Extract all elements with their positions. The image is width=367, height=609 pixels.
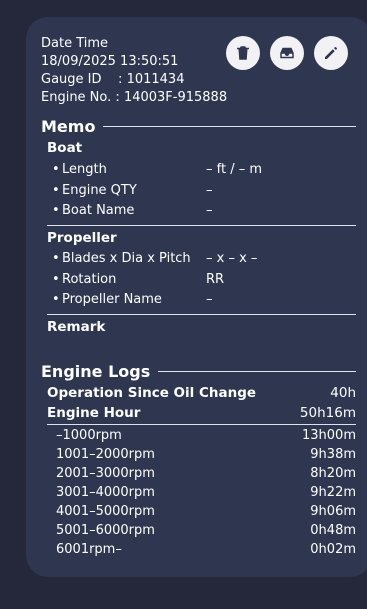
bullet: •: [52, 162, 60, 177]
log-header: Date Time 18/09/2025 13:50:51 Gauge ID :…: [41, 35, 227, 107]
rpm-label: 3001–4000rpm: [56, 485, 155, 500]
bullet: •: [52, 183, 60, 198]
propeller-name-value: –: [206, 292, 213, 307]
rpm-label: 6001rpm–: [56, 542, 122, 557]
bullet: •: [52, 203, 60, 218]
engine-hour-row: Engine Hour 50h16m: [47, 405, 356, 421]
propeller-title: Propeller: [47, 230, 117, 246]
boat-name-value: –: [206, 203, 213, 218]
engine-hour-value: 50h16m: [299, 405, 356, 421]
trash-icon: [237, 46, 249, 60]
rpm-row: 5001–6000rpm 0h48m: [56, 523, 356, 538]
boat-name-label: Boat Name: [62, 203, 135, 218]
propeller-dims-label: Blades x Dia x Pitch: [62, 251, 191, 266]
gauge-id-separator: :: [118, 72, 123, 87]
bullet: •: [52, 251, 60, 266]
gauge-id-label: Gauge ID: [41, 72, 102, 87]
remark-title: Remark: [47, 319, 106, 335]
rpm-value: 0h02m: [310, 542, 356, 557]
rotation-row: • Rotation RR: [52, 272, 224, 287]
bullet: •: [52, 292, 60, 307]
rotation-value: RR: [206, 272, 225, 287]
rpm-row: 3001–4000rpm 9h22m: [56, 485, 356, 500]
upload-icon: [280, 47, 294, 59]
oil-change-row: Operation Since Oil Change 40h: [47, 385, 356, 401]
engine-no-separator: :: [115, 90, 120, 105]
rpm-row: 2001–3000rpm 8h20m: [56, 466, 356, 481]
edit-pencil-icon: [325, 47, 337, 59]
rpm-label: –1000rpm: [56, 428, 122, 443]
engine-logs-title-line: [158, 371, 356, 372]
boat-length-label: Length: [62, 162, 107, 177]
rpm-value: 9h06m: [310, 504, 356, 519]
engine-hour-divider: [47, 424, 356, 425]
engine-no-value: 14003F-915888: [123, 90, 228, 105]
engine-no-label: Engine No.: [41, 90, 112, 105]
memo-section-title: Memo: [41, 117, 356, 136]
rpm-label: 1001–2000rpm: [56, 447, 155, 462]
propeller-dims-value: – x – x –: [206, 251, 258, 266]
propeller-name-label: Propeller Name: [62, 292, 162, 307]
memo-title: Memo: [41, 117, 96, 136]
oil-change-label: Operation Since Oil Change: [47, 385, 257, 401]
gauge-id-line: Gauge ID : 1011434: [41, 71, 227, 89]
gauge-id-value: 1011434: [126, 72, 185, 87]
log-detail-card: Date Time 18/09/2025 13:50:51 Gauge ID :…: [26, 17, 367, 577]
engine-qty-value: –: [206, 183, 213, 198]
rpm-row: 4001–5000rpm 9h06m: [56, 504, 356, 519]
rpm-label: 2001–3000rpm: [56, 466, 155, 481]
edit-button[interactable]: [314, 36, 348, 70]
engine-qty-row: • Engine QTY –: [52, 183, 213, 198]
engine-logs-title: Engine Logs: [41, 362, 151, 381]
rotation-label: Rotation: [62, 272, 117, 287]
boat-title: Boat: [47, 140, 83, 156]
propeller-name-row: • Propeller Name –: [52, 292, 213, 307]
engine-logs-section-title: Engine Logs: [41, 362, 356, 381]
engine-hour-label: Engine Hour: [47, 405, 141, 421]
rpm-value: 9h38m: [310, 447, 356, 462]
rpm-value: 8h20m: [310, 466, 356, 481]
rpm-row: 1001–2000rpm 9h38m: [56, 447, 356, 462]
date-time-value: 18/09/2025 13:50:51: [41, 54, 179, 69]
rpm-row: 6001rpm– 0h02m: [56, 542, 356, 557]
propeller-dims-row: • Blades x Dia x Pitch – x – x –: [52, 251, 257, 266]
rpm-row: –1000rpm 13h00m: [56, 428, 356, 443]
rpm-label: 4001–5000rpm: [56, 504, 155, 519]
date-time-label: Date Time: [41, 36, 109, 51]
boat-length-value: – ft / – m: [206, 162, 263, 177]
bullet: •: [52, 272, 60, 287]
upload-button[interactable]: [270, 36, 304, 70]
rpm-value: 9h22m: [310, 485, 356, 500]
engine-qty-label: Engine QTY: [62, 183, 137, 198]
boat-length-row: • Length – ft / – m: [52, 162, 262, 177]
memo-title-line: [103, 126, 356, 127]
boat-name-row: • Boat Name –: [52, 203, 213, 218]
delete-button[interactable]: [226, 36, 260, 70]
action-buttons: [226, 36, 348, 70]
engine-no-line: Engine No. : 14003F-915888: [41, 89, 227, 107]
rpm-value: 13h00m: [302, 428, 356, 443]
rpm-label: 5001–6000rpm: [56, 523, 155, 538]
propeller-divider: [47, 314, 356, 315]
boat-divider: [47, 225, 356, 226]
rpm-value: 0h48m: [310, 523, 356, 538]
oil-change-value: 40h: [330, 385, 356, 401]
